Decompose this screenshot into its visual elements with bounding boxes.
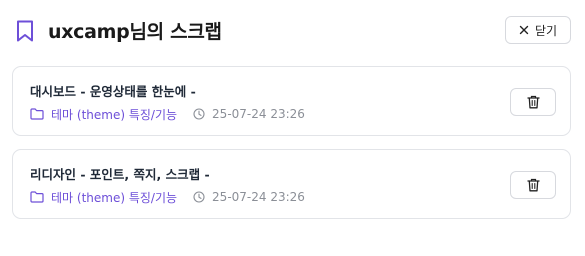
bookmark-icon [17,20,33,42]
close-button-label: 닫기 [534,23,558,38]
clock-icon [193,191,205,203]
scrap-category[interactable]: 테마 (theme) 특징/기능 [51,106,177,123]
panel-header: uxcamp님의 스크랩 닫기 [0,0,585,62]
folder-icon [30,108,44,120]
scrap-title[interactable]: 리디자인 - 포인트, 쪽지, 스크랩 - [30,164,210,183]
scrap-date: 25-07-24 23:26 [212,190,305,204]
scrap-item[interactable]: 리디자인 - 포인트, 쪽지, 스크랩 - 테마 (theme) 특징/기능 2… [12,149,571,219]
close-button[interactable]: 닫기 [505,16,571,44]
scrap-meta: 테마 (theme) 특징/기능 25-07-24 23:26 [30,188,305,206]
scrap-category[interactable]: 테마 (theme) 특징/기능 [51,189,177,206]
folder-icon [30,191,44,203]
trash-icon [526,95,540,109]
page-title: uxcamp님의 스크랩 [48,21,222,43]
delete-button[interactable] [510,88,556,116]
delete-button[interactable] [510,171,556,199]
trash-icon [526,178,540,192]
scrap-meta: 테마 (theme) 특징/기능 25-07-24 23:26 [30,105,305,123]
scrap-date: 25-07-24 23:26 [212,107,305,121]
clock-icon [193,108,205,120]
scrap-item[interactable]: 대시보드 - 운영상태를 한눈에 - 테마 (theme) 특징/기능 25-0… [12,66,571,136]
scrap-title[interactable]: 대시보드 - 운영상태를 한눈에 - [30,81,196,100]
scrap-panel: uxcamp님의 스크랩 닫기 대시보드 - 운영상태를 한눈에 - 테마 (t… [0,0,585,256]
close-icon [519,25,529,35]
